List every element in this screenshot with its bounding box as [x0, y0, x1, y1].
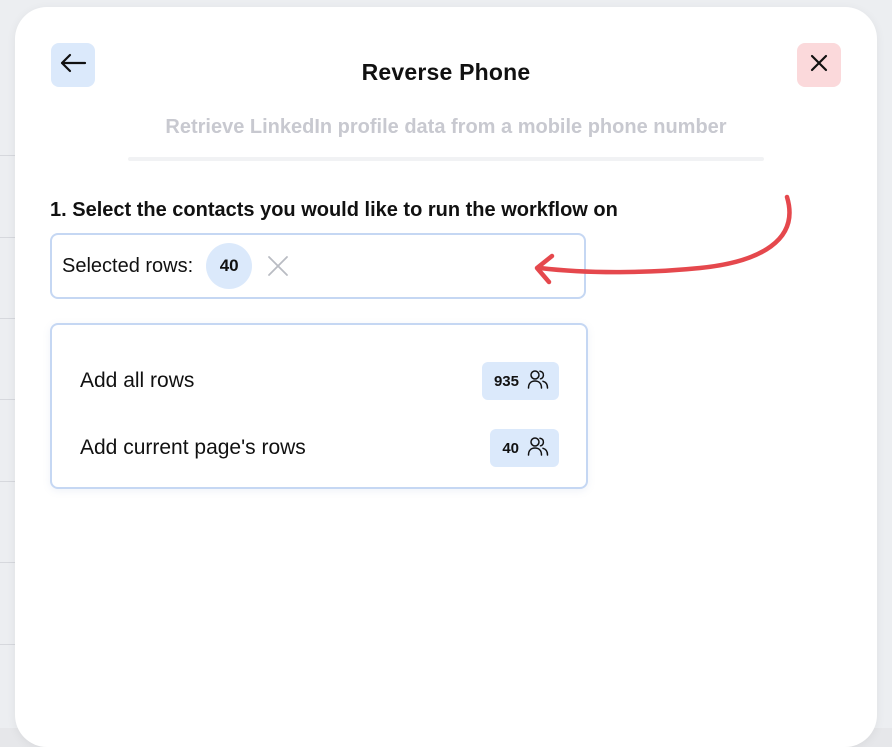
count-value: 935	[493, 372, 519, 390]
clear-x-icon[interactable]	[266, 254, 290, 278]
modal-title: Reverse Phone	[361, 59, 531, 85]
background-divider	[0, 318, 16, 319]
background-divider	[0, 155, 16, 156]
close-button[interactable]	[797, 43, 841, 87]
background-divider	[0, 237, 16, 238]
rows-dropdown: Add all rows 935 Add current page's rows…	[50, 323, 588, 489]
header-divider	[128, 157, 764, 161]
option-label: Add all rows	[80, 369, 195, 392]
count-badge: 40	[490, 429, 559, 467]
selected-count-chip: 40	[206, 243, 253, 289]
option-add-current-page-rows[interactable]: Add current page's rows 40	[52, 423, 586, 473]
option-label: Add current page's rows	[80, 436, 306, 459]
selected-rows-label: Selected rows:	[62, 254, 194, 277]
count-badge: 935	[481, 362, 559, 400]
background-divider	[0, 562, 16, 563]
count-value: 40	[502, 439, 519, 457]
step-label: 1. Select the contacts you would like to…	[50, 199, 618, 221]
background-divider	[0, 644, 16, 645]
users-icon	[527, 368, 549, 395]
option-add-all-rows[interactable]: Add all rows 935	[52, 356, 586, 406]
background-divider	[0, 399, 16, 400]
workflow-modal: Reverse Phone Retrieve LinkedIn profile …	[15, 7, 877, 747]
contacts-selector[interactable]: Selected rows: 40	[50, 233, 586, 299]
close-icon	[810, 54, 828, 77]
modal-subtitle: Retrieve LinkedIn profile data from a mo…	[165, 116, 727, 138]
background-divider	[0, 481, 16, 482]
users-icon	[527, 435, 549, 462]
